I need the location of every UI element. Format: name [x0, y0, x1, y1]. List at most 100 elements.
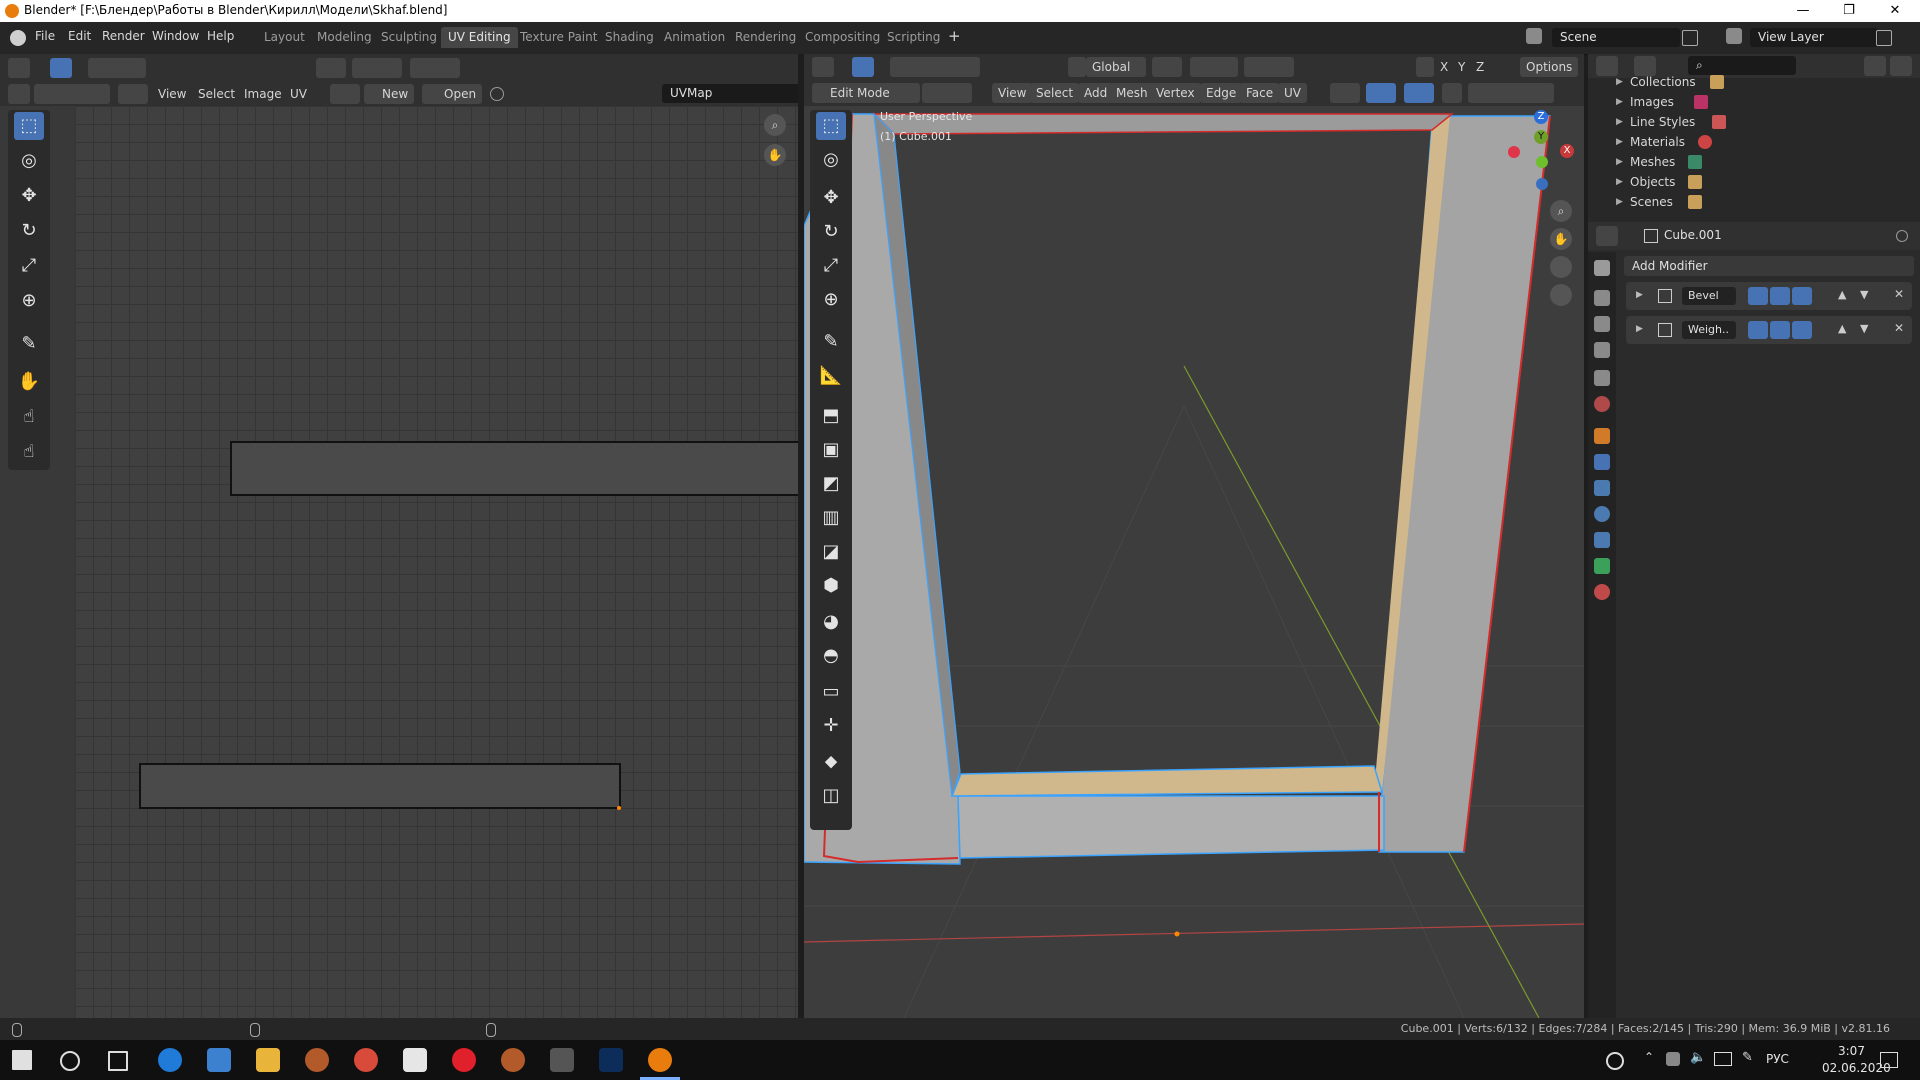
vp-cursor-tool-icon[interactable]: ◎	[816, 146, 846, 174]
transform-orientation-icon[interactable]	[1068, 57, 1086, 77]
particles-tab-icon[interactable]	[1594, 480, 1610, 496]
output-tab-icon[interactable]	[1594, 316, 1610, 332]
options-dropdown[interactable]: Options	[1520, 57, 1579, 77]
blender-menu-icon[interactable]	[10, 30, 26, 46]
tool-tab-icon[interactable]	[1594, 260, 1610, 276]
rotate-tool-icon[interactable]: ↻	[14, 217, 44, 245]
notepad-icon[interactable]	[403, 1048, 427, 1072]
object-data-tab-icon[interactable]	[1594, 558, 1610, 574]
tray-chevron-icon[interactable]: ⌃	[1644, 1050, 1654, 1064]
add-workspace-button[interactable]: +	[948, 27, 961, 45]
smooth-tool-icon[interactable]: ◓	[816, 642, 846, 670]
vp-scale-tool-icon[interactable]: ⤢	[816, 252, 846, 280]
expand-arrow-icon[interactable]: ▶	[1616, 192, 1623, 212]
gizmo-neg-x[interactable]	[1508, 146, 1520, 158]
menu-view[interactable]: View	[152, 84, 192, 104]
shading-modes-icon[interactable]	[1468, 83, 1554, 103]
uv-select-mode-icon[interactable]	[34, 84, 110, 104]
gizmo-y-axis[interactable]: Y	[1534, 130, 1548, 144]
spin-tool-icon[interactable]: ◕	[816, 608, 846, 636]
ortho-toggle-icon[interactable]	[1550, 284, 1572, 306]
frame-bottom-beam[interactable]	[957, 795, 1385, 859]
inset-tool-icon[interactable]: ▣	[816, 436, 846, 464]
vp-select-tool-icon[interactable]: ⬚	[816, 112, 846, 140]
uv-island-1[interactable]	[230, 441, 798, 496]
render-tab-icon[interactable]	[1594, 290, 1610, 306]
outliner-item-scenes[interactable]: ▶ Scenes	[1588, 192, 1920, 212]
close-button[interactable]: ✕	[1872, 0, 1918, 22]
constraints-tab-icon[interactable]	[1594, 532, 1610, 548]
network-icon[interactable]	[1666, 1052, 1680, 1066]
vp-move-tool-icon[interactable]: ✥	[816, 184, 846, 212]
menu-file[interactable]: File	[35, 29, 55, 43]
move-down-icon[interactable]: ▼	[1860, 288, 1868, 301]
viewport-toggle-icon[interactable]	[1770, 321, 1790, 339]
modifier-name-field[interactable]: Weigh..	[1682, 321, 1736, 339]
camera-view-icon[interactable]	[1550, 256, 1572, 278]
collapse-arrow-icon[interactable]: ▶	[1636, 290, 1643, 300]
object-tab-icon[interactable]	[1594, 428, 1610, 444]
vp-measure-tool-icon[interactable]: 📐	[816, 362, 846, 390]
viewport-editor-type-icon[interactable]	[812, 57, 834, 77]
viewport-menu-face[interactable]: Face	[1240, 83, 1280, 103]
uvmap-field[interactable]: UVMap	[662, 84, 800, 103]
mesh-select-mode-icon[interactable]	[922, 83, 972, 103]
game-app-2-icon[interactable]	[501, 1048, 525, 1072]
editmode-toggle-icon[interactable]	[1748, 321, 1768, 339]
viewport-pan-icon[interactable]: ✋	[1550, 228, 1572, 250]
overlay-toggle-icon[interactable]	[1404, 83, 1434, 103]
grab-tool-icon[interactable]: ✋	[14, 368, 44, 396]
editmode-toggle-icon[interactable]	[1748, 287, 1768, 305]
uv-islands[interactable]	[0, 106, 798, 1018]
uv-vertex-selected[interactable]	[617, 806, 621, 810]
outliner-item-materials[interactable]: ▶ Materials	[1588, 132, 1920, 152]
proportional-edit-icon[interactable]	[410, 58, 460, 78]
remove-modifier-icon[interactable]: ✕	[1894, 287, 1904, 301]
snap-icon[interactable]	[352, 58, 402, 78]
gizmo-neg-z[interactable]	[1536, 178, 1548, 190]
sticky-select-icon[interactable]	[118, 84, 148, 104]
tab-modeling[interactable]: Modeling	[310, 27, 379, 48]
tab-compositing[interactable]: Compositing	[798, 27, 887, 48]
viewport-scene[interactable]	[804, 106, 1584, 1018]
add-modifier-dropdown[interactable]: Add Modifier	[1624, 256, 1914, 276]
viewport-menu-vertex[interactable]: Vertex	[1150, 83, 1201, 103]
display-icon[interactable]	[1714, 1052, 1732, 1066]
input-language[interactable]: РУС	[1766, 1052, 1789, 1066]
notifications-icon[interactable]	[1880, 1052, 1898, 1068]
move-up-icon[interactable]: ▲	[1838, 288, 1846, 301]
move-up-icon[interactable]: ▲	[1838, 322, 1846, 335]
tab-animation[interactable]: Animation	[657, 27, 732, 48]
shrink-fatten-tool-icon[interactable]: ✛	[816, 712, 846, 740]
render-toggle-icon[interactable]	[1792, 321, 1812, 339]
orientation-dropdown[interactable]: Global	[1086, 57, 1147, 77]
edge-browser-icon[interactable]	[158, 1048, 182, 1072]
physics-tab-icon[interactable]	[1594, 506, 1610, 522]
tab-texture-paint[interactable]: Texture Paint	[513, 27, 604, 48]
pan-icon[interactable]: ✋	[764, 144, 786, 166]
mirror-z[interactable]: Z	[1472, 57, 1488, 77]
extrude-tool-icon[interactable]: ⬒	[816, 402, 846, 430]
transform-tool-icon[interactable]: ⊕	[14, 287, 44, 315]
remove-modifier-icon[interactable]: ✕	[1894, 321, 1904, 335]
modifier-panel-weighted-normal[interactable]: ▶ Weigh.. ▲ ▼ ✕	[1626, 316, 1912, 344]
people-icon[interactable]	[1606, 1052, 1624, 1070]
properties-editor-type-icon[interactable]	[1596, 226, 1618, 246]
menu-uv[interactable]: UV	[284, 84, 313, 104]
scene-field[interactable]: Scene	[1552, 28, 1680, 47]
rip-tool-icon[interactable]: ◫	[816, 782, 846, 810]
vp-rotate-tool-icon[interactable]: ↻	[816, 218, 846, 246]
search-icon[interactable]	[60, 1051, 80, 1071]
tab-uv-editing[interactable]: UV Editing	[441, 27, 518, 48]
photoshop-icon[interactable]	[599, 1048, 623, 1072]
editor-type-icon[interactable]	[8, 58, 30, 78]
tab-layout[interactable]: Layout	[257, 27, 312, 48]
cursor-tool-icon[interactable]: ◎	[14, 147, 44, 175]
snap-toggle-icon[interactable]	[1190, 57, 1238, 77]
bevel-tool-icon[interactable]: ◩	[816, 470, 846, 498]
outliner-item-objects[interactable]: ▶ Objects	[1588, 172, 1920, 192]
view-layer-field[interactable]: View Layer	[1750, 28, 1878, 47]
gizmo-toggle-icon[interactable]	[1366, 83, 1396, 103]
mirror-icon[interactable]	[1416, 57, 1434, 77]
menu-help[interactable]: Help	[207, 29, 234, 43]
